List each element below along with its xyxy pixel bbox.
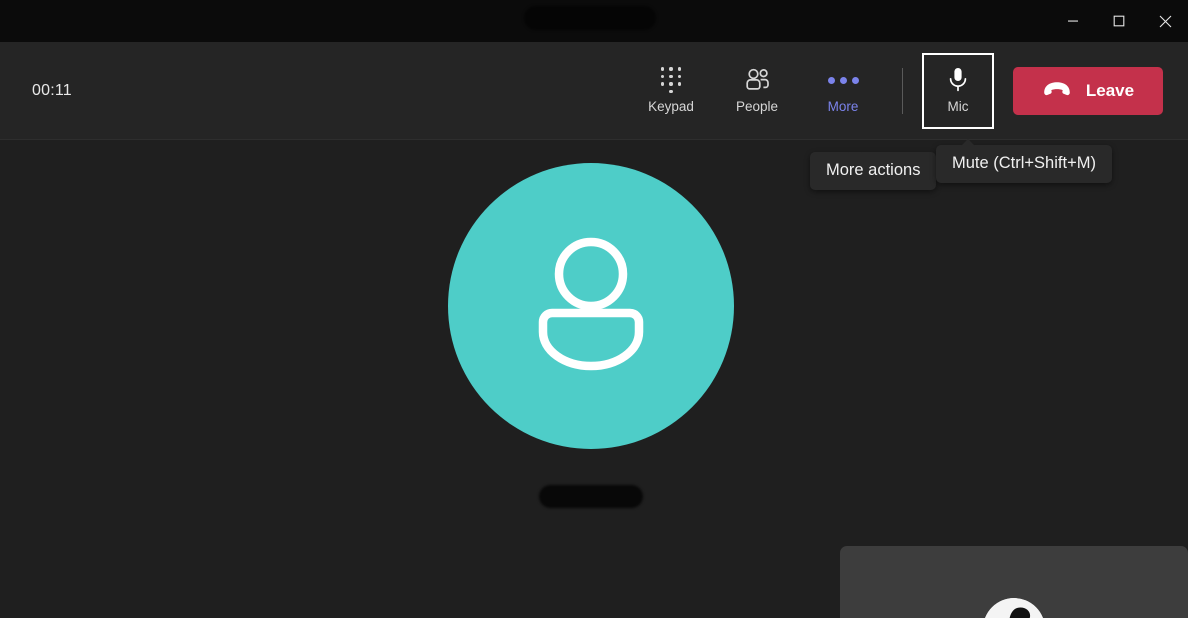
keypad-button-label: Keypad [648, 99, 694, 115]
more-dots-icon [827, 67, 859, 93]
mic-button-label: Mic [947, 99, 969, 115]
title-bar [0, 0, 1188, 42]
window-title-redaction [524, 6, 656, 30]
avatar [448, 163, 734, 449]
mic-button[interactable]: Mic [922, 52, 994, 129]
leave-call-button[interactable]: Leave [1013, 66, 1163, 115]
more-button-label: More [827, 99, 859, 115]
people-icon [744, 67, 771, 93]
self-view-avatar [983, 598, 1045, 618]
window-controls [1050, 0, 1188, 42]
self-view-thumbnail[interactable] [840, 546, 1188, 618]
teams-call-window: 00:11 Keypad People More Mic Leave More … [0, 0, 1188, 618]
hangup-phone-icon [1042, 81, 1072, 100]
tooltip-mute-text: Mute (Ctrl+Shift+M) [952, 154, 1096, 172]
person-outline-icon [525, 234, 657, 379]
call-duration-timer: 00:11 [32, 81, 72, 99]
tooltip-more-actions: More actions [810, 152, 937, 190]
toolbar-actions: Keypad People More Mic Leave [628, 42, 1163, 139]
leave-call-label: Leave [1085, 81, 1135, 100]
more-button[interactable]: More [809, 55, 877, 127]
tooltip-mute: Mute (Ctrl+Shift+M) [936, 139, 1112, 183]
maximize-button[interactable] [1096, 0, 1142, 42]
participant-name-redaction [539, 485, 643, 508]
call-stage [0, 140, 1188, 618]
toolbar-divider [902, 67, 903, 114]
call-toolbar: 00:11 Keypad People More Mic Leave [0, 42, 1188, 140]
keypad-icon [660, 67, 682, 94]
people-button-label: People [735, 99, 779, 115]
tooltip-more-actions-text: More actions [826, 161, 921, 179]
close-button[interactable] [1142, 0, 1188, 42]
minimize-button[interactable] [1050, 0, 1096, 42]
microphone-icon [946, 67, 970, 93]
people-button[interactable]: People [723, 55, 791, 127]
keypad-button[interactable]: Keypad [637, 55, 705, 127]
